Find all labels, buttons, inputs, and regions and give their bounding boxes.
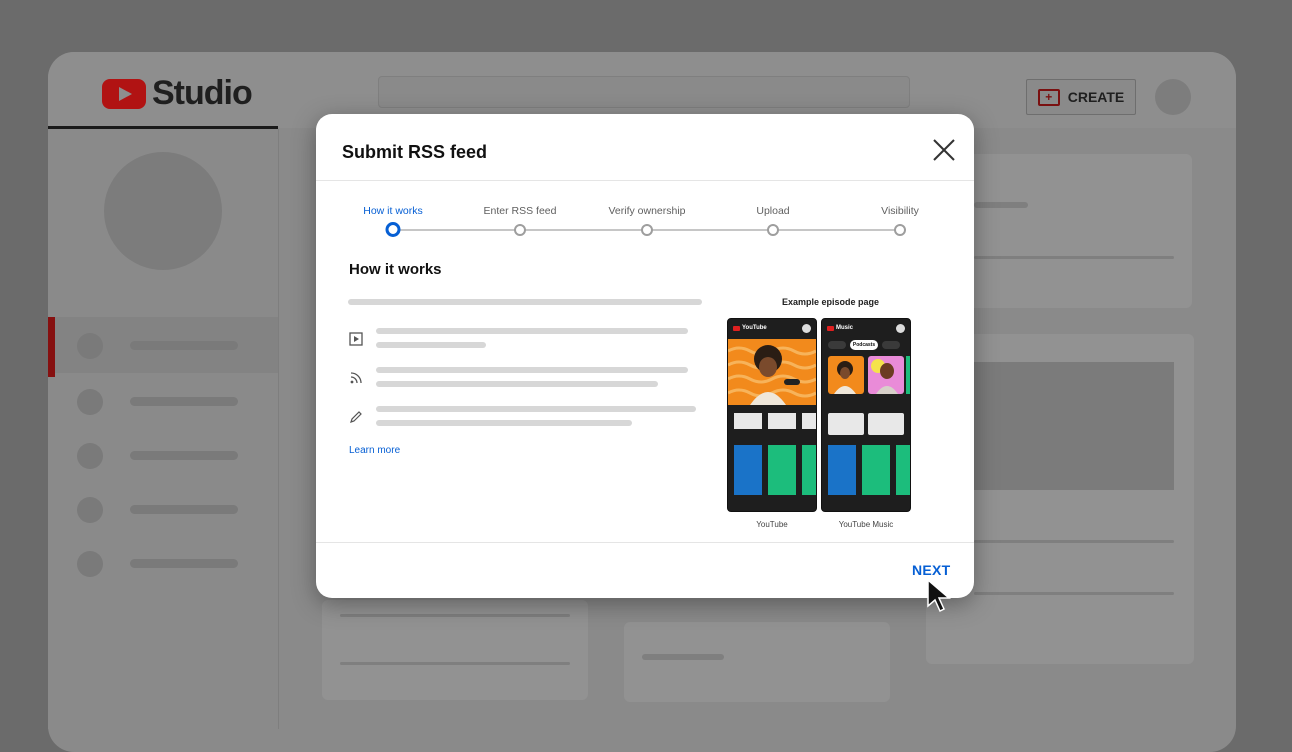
placeholder-line [376,381,658,387]
channel-avatar[interactable] [104,152,222,270]
placeholder-line [642,654,724,660]
phone-brand-label: YouTube [742,325,767,331]
dialog-footer: NEXT [316,542,974,598]
app-name: Studio [152,74,253,112]
color-tile [862,445,890,495]
play-square-icon [349,332,363,346]
step-label-upload: Upload [756,205,790,217]
music-logo-icon [827,325,834,331]
placeholder-line [974,540,1174,543]
next-button[interactable]: NEXT [912,562,951,578]
sidebar-item[interactable] [48,317,278,377]
phone-brand: Music [827,325,853,331]
placeholder-line [340,662,570,665]
chip [828,341,846,349]
caption-youtube: YouTube [756,520,788,529]
section-title: How it works [349,261,442,278]
sidebar-item[interactable] [48,481,278,537]
youtube-music-preview: Music Podcasts [821,318,911,512]
step-label-how-it-works: How it works [363,205,423,217]
sidebar-item[interactable] [48,373,278,429]
phone-brand: YouTube [733,325,767,331]
step-dot [641,224,653,236]
step-label-verify-ownership: Verify ownership [608,205,686,217]
chip-podcasts: Podcasts [850,340,878,350]
step-label-enter-rss-feed: Enter RSS feed [483,205,557,217]
thumbnail-placeholder [868,413,904,435]
learn-more-link[interactable]: Learn more [349,445,400,456]
dialog-header: Submit RSS feed [316,114,974,181]
chip [882,341,900,349]
placeholder-line [974,256,1174,259]
placeholder-line [974,592,1174,595]
mouse-cursor-icon [927,578,952,613]
pencil-icon [350,411,362,423]
create-button[interactable]: + CREATE [1026,79,1136,115]
create-label: CREATE [1067,89,1125,105]
color-tile [802,445,816,495]
placeholder-line [376,367,688,373]
thumbnail-placeholder [828,413,864,435]
color-tile [768,445,796,495]
sidebar-item[interactable] [48,427,278,483]
youtube-logo-icon [733,325,740,331]
rss-icon [350,372,362,384]
close-icon[interactable] [930,136,958,164]
caption-youtube-music: YouTube Music [838,520,894,529]
step-dot [767,224,779,236]
podcast-cover [868,356,904,394]
podcast-cover-partial [906,356,910,394]
color-tile [896,445,910,495]
phone-brand-label: Music [836,325,854,331]
episode-artwork [728,339,816,405]
phone-top-bar: Music [822,319,910,339]
step-label-visibility: Visibility [881,205,919,217]
podcast-cover [828,356,864,394]
dashboard-card [624,622,890,702]
account-avatar[interactable] [1155,79,1191,115]
stepper: How it works Enter RSS feed Verify owner… [316,202,974,242]
studio-logo[interactable]: Studio [102,74,253,113]
color-tile [828,445,856,495]
youtube-preview: YouTube [727,318,817,512]
step-dot [514,224,526,236]
placeholder-line [376,406,696,412]
placeholder-line [348,299,702,305]
placeholder-line [974,202,1028,208]
example-title: Example episode page [782,297,880,307]
thumbnail-placeholder [734,413,762,429]
video-thumbnail [970,362,1174,490]
placeholder-line [376,342,486,348]
create-video-icon: + [1037,88,1060,106]
placeholder-line [376,328,688,334]
dialog-title: Submit RSS feed [342,142,488,162]
thumbnail-placeholder [802,413,816,429]
phone-top-bar: YouTube [728,319,816,339]
sidebar-item[interactable] [48,535,278,591]
search-input[interactable] [378,76,910,108]
placeholder-line [340,614,570,617]
placeholder-line [376,420,632,426]
submit-rss-dialog: Submit RSS feed How it works Enter RSS f… [316,114,974,598]
thumbnail-placeholder [768,413,796,429]
youtube-logo-icon [102,78,146,109]
dashboard-card [940,154,1192,308]
step-dot [894,224,906,236]
color-tile [734,445,762,495]
account-icon [896,324,905,333]
step-dot-active [385,222,401,237]
account-icon [802,324,811,333]
